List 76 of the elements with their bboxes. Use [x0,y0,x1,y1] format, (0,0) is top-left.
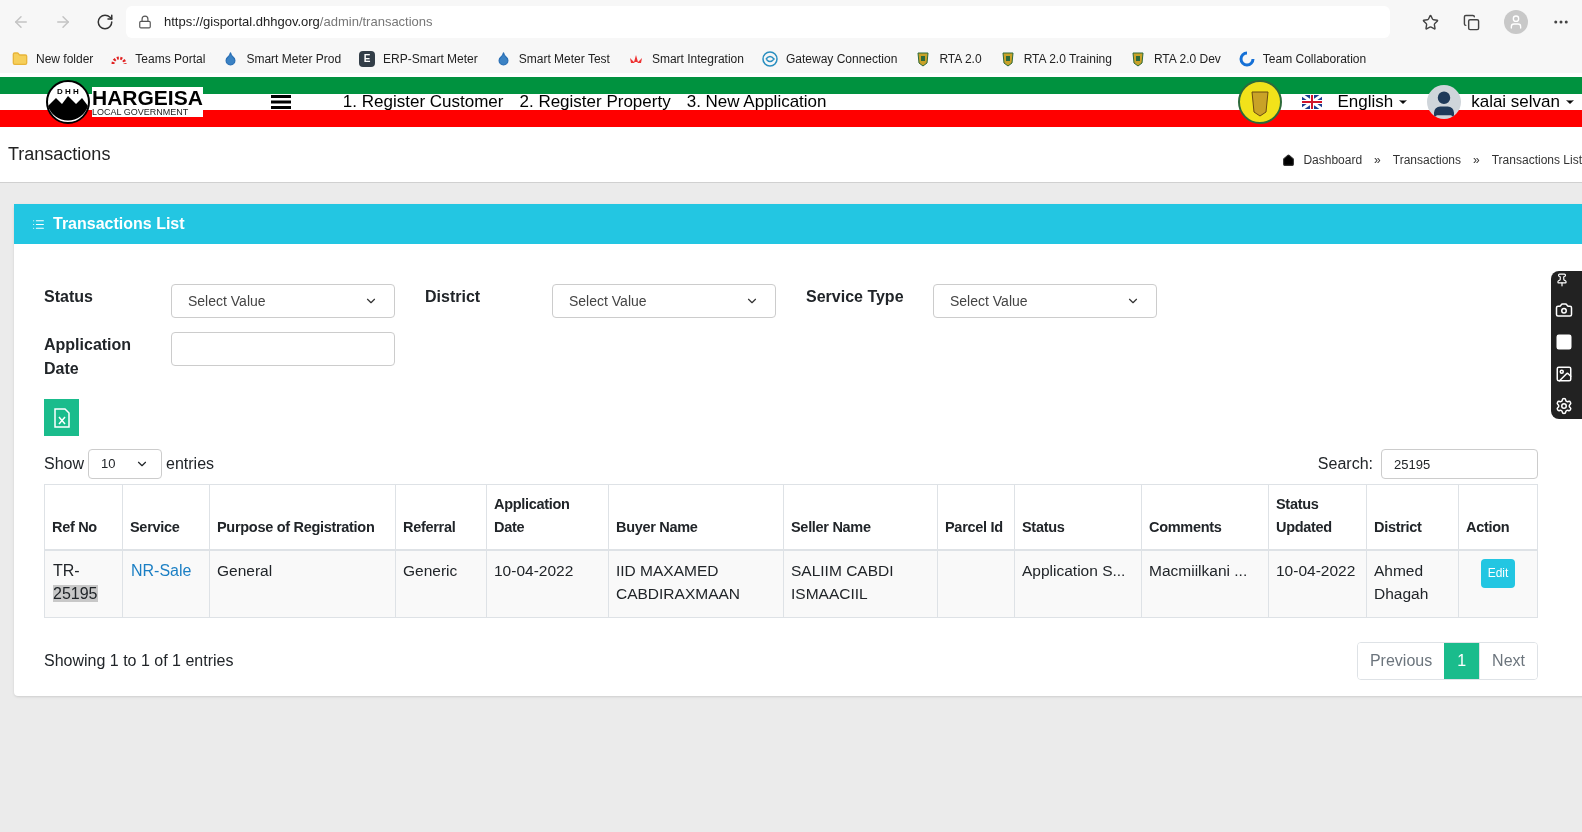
image-icon[interactable] [1555,365,1573,383]
filter-select[interactable]: Select Value [933,284,1157,318]
collections-icon[interactable] [1463,13,1480,31]
table-cell: Ahmed Dhagah [1366,550,1459,618]
show-label: Show [44,454,85,474]
favorites-icon[interactable] [1422,13,1439,31]
filter-label: Application Date [44,335,133,379]
nav-link[interactable]: 2. Register Property [519,89,671,115]
swirl-icon [761,50,778,67]
breadcrumb-link[interactable]: Dashboard [1303,151,1363,169]
emblem-icon [1238,80,1283,124]
crest-icon [915,50,932,67]
camera-icon[interactable] [1555,301,1573,319]
bookmark-item[interactable]: RTA 2.0 [915,49,982,68]
breadcrumb-link[interactable]: Transactions [1392,151,1462,169]
bookmark-item[interactable]: RTA 2.0 Training [999,49,1112,68]
table-cell: 10-04-2022 [486,550,609,618]
filter-label: Status [44,287,94,307]
pin-icon[interactable] [1555,273,1569,287]
user-avatar [1427,85,1462,119]
table-cell: TR- 25195 [44,550,123,618]
bookmark-item[interactable]: Team Collaboration [1238,49,1367,68]
filter-label: District [425,287,482,307]
table-cell: General [209,550,396,618]
entries-summary: Showing 1 to 1 of 1 entries [44,651,234,671]
page-size-select[interactable]: 10 [88,449,163,479]
filter-select[interactable]: Select Value [171,284,395,318]
service-link[interactable]: NR-Sale [131,562,192,579]
breadcrumb-separator: » [1472,152,1481,169]
nav-link[interactable]: 1. Register Customer [342,89,504,115]
crest-icon [1129,50,1146,67]
bookmark-item[interactable]: Teams Portal [111,49,206,68]
card-title: Transactions List [53,214,185,234]
reload-icon[interactable] [96,13,114,31]
home-icon[interactable] [1282,153,1296,167]
table-cell: 10-04-2022 [1268,550,1367,618]
menu-icon[interactable] [270,95,291,109]
settings-icon[interactable] [1555,397,1573,415]
bookmark-item[interactable]: New folder [12,49,94,68]
user-menu[interactable]: kalai selvan [1471,89,1576,115]
table-cell: IID MAXAMED CABDIRAXMAAN [608,550,784,618]
url-text: https://gisportal.dhhgov.org/admin/transactions [164,13,433,32]
page-title: Transactions [8,143,111,166]
drop-icon [495,51,511,66]
flag-icon [1302,95,1323,109]
language-dropdown[interactable]: English [1337,89,1410,115]
search-field[interactable]: 25195 [1381,449,1538,479]
table-cell: SALIIM CABDI ISMAACIIL [783,550,938,618]
list-icon [32,217,45,231]
date-field[interactable] [171,332,395,366]
filter-label: Service Type [806,287,905,307]
spreadsheet-icon [53,407,70,428]
breadcrumb-separator: » [1373,152,1382,169]
pagination-button[interactable]: Next [1479,643,1537,679]
bookmark-item[interactable]: Gateway Connection [761,49,898,68]
breadcrumb-link[interactable]: Transactions List [1491,151,1582,169]
nav-link[interactable]: 3. New Application [686,89,827,115]
table-cell: Generic [395,550,487,618]
letter-icon: E [359,50,376,67]
address-bar[interactable]: https://gisportal.dhhgov.org/admin/transactions [126,6,1390,38]
bookmark-item[interactable]: E ERP-Smart Meter [359,49,478,68]
bookmark-item[interactable]: Smart Meter Prod [223,49,342,68]
folder-icon [12,50,28,67]
entries-label: entries [166,454,215,474]
bookmark-item[interactable]: RTA 2.0 Dev [1129,49,1221,68]
table-cell: Macmiilkani ... [1141,550,1269,618]
bookmark-item[interactable]: Smart Integration [627,49,744,68]
bookmark-item[interactable]: Smart Meter Test [495,49,610,68]
search-label: Search: [1317,454,1373,474]
filter-select[interactable]: Select Value [552,284,776,318]
crest-icon [999,50,1016,67]
site-logo[interactable]: D H H HARGEISA LOCAL GOVERNMENT [46,80,203,124]
table-cell: Application S... [1014,550,1142,618]
lock-icon [138,15,152,29]
ring-icon [1238,50,1255,67]
square-icon[interactable] [1555,333,1573,351]
